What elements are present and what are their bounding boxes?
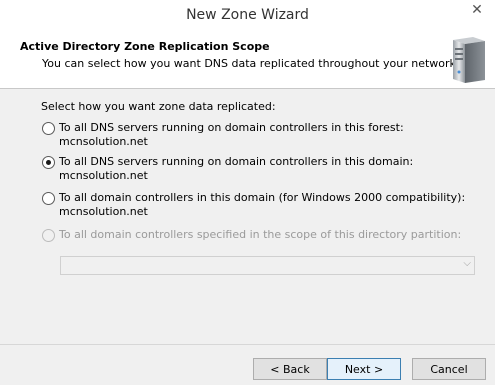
- page-subtitle: You can select how you want DNS data rep…: [42, 57, 460, 70]
- option-forest-label: To all DNS servers running on domain con…: [59, 121, 404, 148]
- option-win2000-line2: mcnsolution.net: [59, 205, 148, 218]
- option-partition-label: To all domain controllers specified in t…: [59, 228, 462, 241]
- option-win2000-label: To all domain controllers in this domain…: [59, 191, 465, 219]
- option-win2000[interactable]: To all domain controllers in this domain…: [42, 191, 465, 219]
- wizard-header: Active Directory Zone Replication Scope …: [0, 30, 495, 89]
- partition-combo: ⌵: [60, 256, 475, 275]
- option-win2000-line1: To all domain controllers in this domain…: [59, 191, 466, 204]
- title-bar: New Zone Wizard ✕: [0, 0, 495, 30]
- radio-win2000[interactable]: [42, 192, 55, 205]
- new-zone-wizard-window: New Zone Wizard ✕ Active Directory Zone …: [0, 0, 495, 385]
- wizard-content: Select how you want zone data replicated…: [0, 89, 495, 344]
- replication-prompt: Select how you want zone data replicated…: [41, 100, 276, 113]
- option-partition: To all domain controllers specified in t…: [42, 228, 461, 242]
- radio-forest[interactable]: [42, 122, 55, 135]
- cancel-button[interactable]: Cancel: [412, 358, 486, 380]
- chevron-down-icon: ⌵: [463, 258, 471, 269]
- option-domain-label: To all DNS servers running on domain con…: [59, 155, 414, 182]
- radio-partition: [42, 229, 55, 242]
- close-button[interactable]: ✕: [465, 0, 489, 20]
- footer-divider: [0, 344, 495, 345]
- server-icon: [453, 37, 485, 83]
- next-button[interactable]: Next >: [327, 358, 401, 380]
- radio-domain[interactable]: [42, 156, 55, 169]
- page-title: Active Directory Zone Replication Scope: [20, 40, 270, 53]
- option-forest[interactable]: To all DNS servers running on domain con…: [42, 121, 495, 149]
- back-button[interactable]: < Back: [253, 358, 327, 380]
- option-domain[interactable]: To all DNS servers running on domain con…: [42, 155, 495, 183]
- close-icon: ✕: [471, 2, 483, 18]
- window-title: New Zone Wizard: [186, 7, 309, 23]
